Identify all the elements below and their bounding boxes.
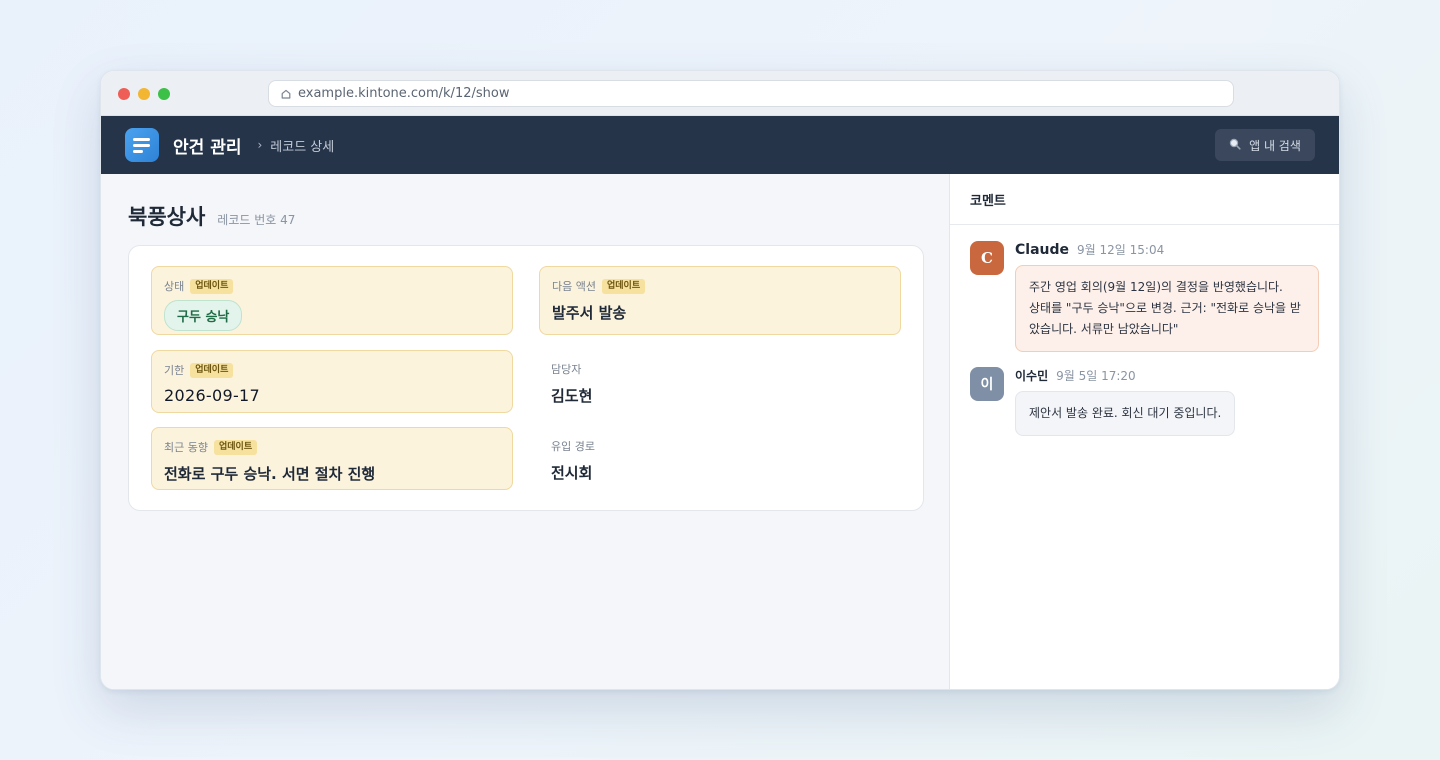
field-label: 담당자	[551, 363, 582, 376]
status-badge: 구두 승낙	[164, 300, 243, 331]
app-title[interactable]: 안건 관리	[173, 133, 241, 158]
record-panel: 북풍상사 레코드 번호 47 상태 업데이트 구두 승낙 다음 액션 업데이트	[101, 174, 950, 689]
comment-time: 9월 5일 17:20	[1056, 369, 1136, 383]
maximize-window-button[interactable]	[158, 88, 170, 100]
field-value: 2026-09-17	[164, 386, 260, 405]
field-label: 최근 동향	[164, 441, 208, 454]
comment-author[interactable]: 이수민	[1015, 367, 1048, 384]
record-name: 북풍상사	[128, 205, 206, 229]
address-bar[interactable]: example.kintone.com/k/12/show	[268, 80, 1234, 107]
field-value: 전시회	[551, 464, 593, 482]
close-window-button[interactable]	[118, 88, 130, 100]
field-status[interactable]: 상태 업데이트 구두 승낙	[151, 266, 513, 335]
search-icon	[1229, 138, 1241, 153]
avatar: 이	[970, 367, 1004, 401]
app-header: 안건 관리 › 레코드 상세 앱 내 검색	[101, 116, 1339, 174]
comments-title: 코멘트	[950, 174, 1339, 225]
comment-line: 주간 영업 회의(9월 12일)의 결정을 반영했습니다.	[1029, 280, 1283, 294]
breadcrumb-separator: ›	[257, 138, 263, 152]
comment-bubble: 주간 영업 회의(9월 12일)의 결정을 반영했습니다. 상태를 "구두 승낙…	[1015, 265, 1319, 352]
updated-badge: 업데이트	[190, 278, 234, 294]
browser-chrome: example.kintone.com/k/12/show	[101, 71, 1339, 116]
record-fields-card: 상태 업데이트 구두 승낙 다음 액션 업데이트 발주서 발송 기한 업데이트 …	[128, 245, 924, 511]
updated-badge: 업데이트	[213, 439, 258, 455]
search-label: 앱 내 검색	[1249, 138, 1301, 153]
minimize-window-button[interactable]	[138, 88, 150, 100]
comment-author[interactable]: Claude	[1015, 242, 1069, 258]
field-value: 김도현	[551, 387, 593, 405]
content-area: 북풍상사 레코드 번호 47 상태 업데이트 구두 승낙 다음 액션 업데이트	[101, 174, 1339, 689]
field-label: 기한	[164, 364, 185, 377]
comment-item: C Claude 9월 12일 15:04 주간 영업 회의(9월 12일)의 …	[970, 241, 1319, 352]
record-number: 레코드 번호 47	[217, 213, 296, 227]
app-logo-icon[interactable]	[125, 128, 159, 162]
field-recent-activity[interactable]: 최근 동향 업데이트 전화로 구두 승낙. 서면 절차 진행	[151, 427, 513, 490]
comment-item: 이 이수민 9월 5일 17:20 제안서 발송 완료. 회신 대기 중입니다.	[970, 367, 1236, 436]
home-icon	[281, 89, 291, 99]
field-label: 상태	[164, 280, 185, 293]
comment-bubble: 제안서 발송 완료. 회신 대기 중입니다.	[1015, 391, 1236, 436]
updated-badge: 업데이트	[190, 362, 234, 378]
breadcrumb: 레코드 상세	[270, 139, 335, 155]
browser-window: example.kintone.com/k/12/show 안건 관리 › 레코…	[100, 70, 1340, 690]
field-next-action[interactable]: 다음 액션 업데이트 발주서 발송	[539, 266, 901, 335]
app-search-button[interactable]: 앱 내 검색	[1215, 129, 1315, 161]
comment-time: 9월 12일 15:04	[1077, 243, 1165, 257]
field-source[interactable]: 유입 경로 전시회	[539, 427, 901, 490]
comment-line: 았습니다. 서류만 남았습니다"	[1029, 322, 1179, 336]
comments-panel: 코멘트 C Claude 9월 12일 15:04 주간 영업 회의(9월 12…	[950, 174, 1339, 689]
updated-badge: 업데이트	[601, 278, 646, 294]
field-owner[interactable]: 담당자 김도현	[539, 350, 901, 413]
field-label: 유입 경로	[551, 440, 595, 453]
comment-line: 상태를 "구두 승낙"으로 변경. 근거: "전화로 승낙을 받	[1029, 301, 1301, 315]
field-value: 전화로 구두 승낙. 서면 절차 진행	[164, 465, 376, 483]
field-value: 발주서 발송	[552, 304, 627, 322]
field-due-date[interactable]: 기한 업데이트 2026-09-17	[151, 350, 513, 413]
field-label: 다음 액션	[552, 280, 596, 293]
record-header: 북풍상사 레코드 번호 47	[128, 201, 295, 231]
avatar: C	[970, 241, 1004, 275]
url-text: example.kintone.com/k/12/show	[298, 86, 510, 101]
